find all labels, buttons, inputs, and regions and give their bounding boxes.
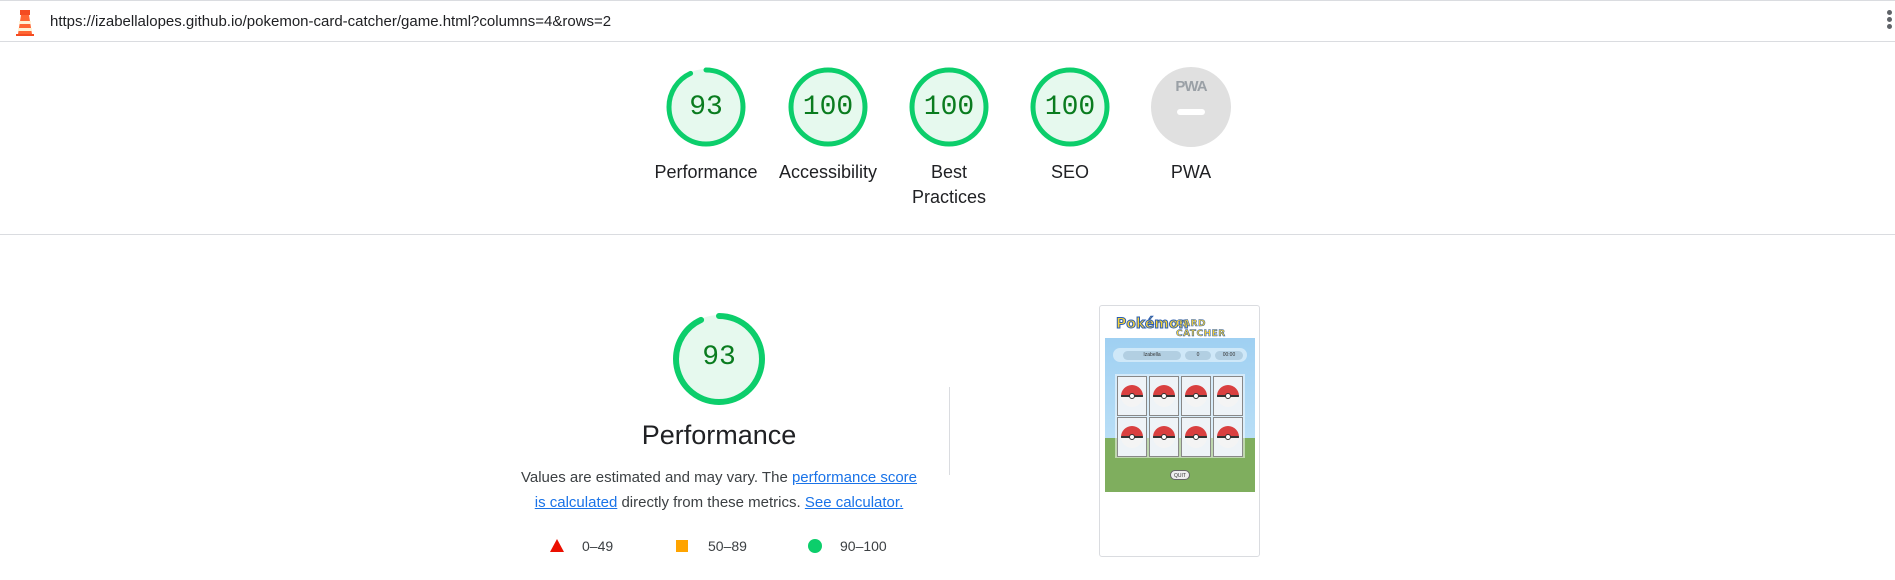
quit-button: QUIT xyxy=(1170,470,1190,480)
pokeball-icon xyxy=(1153,426,1175,448)
legend-range: 0–49 xyxy=(582,538,614,554)
pokeball-icon xyxy=(1217,385,1239,407)
card xyxy=(1213,376,1243,416)
gauge-label: PWA xyxy=(1170,162,1212,182)
pokeball-icon xyxy=(1121,385,1143,407)
pokeball-icon xyxy=(1185,385,1207,407)
see-calculator-link[interactable]: See calculator. xyxy=(805,494,903,511)
pokeball-icon xyxy=(1185,426,1207,448)
game-area: Izabella 0 00:00 QUIT xyxy=(1105,338,1255,492)
gauge-best-practices[interactable]: 100 Best Practices xyxy=(889,66,1009,210)
vertical-divider xyxy=(949,387,950,475)
gauge-pwa[interactable]: PWA PWA xyxy=(1131,66,1251,185)
page-url[interactable]: https://izabellalopes.github.io/pokemon-… xyxy=(50,13,611,30)
pokeball-icon xyxy=(1217,426,1239,448)
logo-sub: CARD CATCHER xyxy=(1176,319,1226,340)
final-screenshot[interactable]: Pokémon CARD CATCHER Izabella 0 00:00 QU… xyxy=(1099,305,1260,557)
gauge-performance[interactable]: 93 Performance xyxy=(646,66,766,185)
card xyxy=(1149,417,1179,457)
card-grid xyxy=(1115,374,1245,458)
gauge-seo[interactable]: 100 SEO xyxy=(1010,66,1130,185)
desc-text: directly from these metrics. xyxy=(617,494,805,511)
pwa-badge-text: PWA xyxy=(1175,78,1207,95)
gauge-score: 100 xyxy=(1044,92,1096,123)
pokeball-icon xyxy=(1121,426,1143,448)
game-status-bar: Izabella 0 00:00 xyxy=(1113,348,1247,362)
card xyxy=(1149,376,1179,416)
legend-range: 90–100 xyxy=(840,538,887,554)
gauge-score: 100 xyxy=(923,92,975,123)
card xyxy=(1117,376,1147,416)
score-legend: 0–49 50–89 90–100 xyxy=(548,536,908,556)
pokeball-icon xyxy=(1153,385,1175,407)
performance-title: Performance xyxy=(641,420,797,450)
gauge-label: Best Practices xyxy=(911,162,987,207)
card xyxy=(1213,417,1243,457)
circle-icon xyxy=(808,539,822,553)
player-name: Izabella xyxy=(1123,351,1181,360)
gauge-score: 93 xyxy=(689,92,723,123)
game-timer: 00:00 xyxy=(1215,351,1243,360)
section-divider xyxy=(0,234,1895,235)
card xyxy=(1181,376,1211,416)
card xyxy=(1181,417,1211,457)
performance-description: Values are estimated and may vary. The p… xyxy=(518,465,920,515)
lighthouse-logo-icon xyxy=(16,10,34,36)
more-options-icon[interactable] xyxy=(1885,10,1893,34)
desc-text: Values are estimated and may vary. The xyxy=(520,469,792,486)
summary-gauges: 93 Performance 100 Accessibility 100 Bes… xyxy=(0,66,1895,216)
gauge-label: Accessibility xyxy=(778,162,878,182)
triangle-icon xyxy=(550,539,564,552)
legend-range: 50–89 xyxy=(708,538,747,554)
pwa-dash-icon xyxy=(1177,109,1205,115)
game-logo: Pokémon CARD CATCHER xyxy=(1115,316,1244,340)
gauge-score: 100 xyxy=(802,92,854,123)
player-score: 0 xyxy=(1185,351,1211,360)
gauge-accessibility[interactable]: 100 Accessibility xyxy=(768,66,888,185)
gauge-label: SEO xyxy=(1050,162,1089,182)
card xyxy=(1117,417,1147,457)
address-bar: https://izabellalopes.github.io/pokemon-… xyxy=(0,0,1895,42)
square-icon xyxy=(676,540,688,552)
performance-score: 93 xyxy=(702,342,736,373)
gauge-label: Performance xyxy=(654,162,758,182)
